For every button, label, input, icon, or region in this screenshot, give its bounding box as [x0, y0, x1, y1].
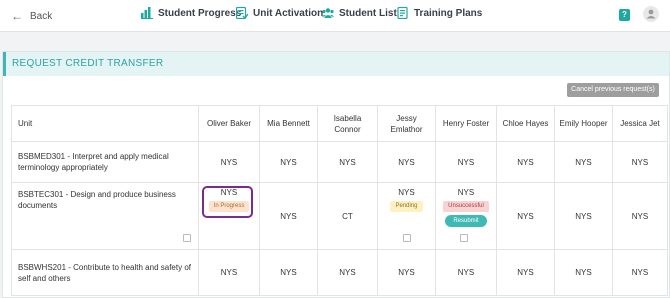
student-column-header: Isabella Connor: [317, 105, 378, 142]
table-row: BSBMED301 - Interpret and apply medical …: [11, 141, 668, 183]
nav-label: Student Progress: [158, 7, 242, 19]
select-checkbox[interactable]: [403, 234, 411, 242]
status-cell: NYS: [198, 141, 260, 183]
credit-transfer-table: Unit Oliver Baker Mia Bennett Isabella C…: [11, 105, 668, 296]
panel-header: REQUEST CREDIT TRANSFER: [3, 52, 669, 76]
unit-name: BSBTEC301 - Design and produce business …: [11, 182, 199, 250]
student-column-header: Oliver Baker: [198, 105, 260, 142]
highlight-outline: [202, 186, 253, 218]
status-cell: NYS: [377, 249, 436, 296]
top-navigation-bar: ← Back Student Progress Unit Activation …: [0, 0, 670, 32]
student-column-header: Emily Hooper: [554, 105, 613, 142]
status-cell: NYS: [496, 141, 555, 183]
student-column-header: Henry Foster: [435, 105, 497, 142]
status-cell-highlighted: NYS In Progress: [198, 182, 260, 250]
status-cell: NYS: [259, 141, 318, 183]
status-cell: NYS: [612, 182, 668, 250]
user-icon: [646, 9, 656, 19]
users-icon: [322, 8, 334, 18]
checklist-icon: [236, 7, 248, 19]
bar-chart-icon: [141, 7, 153, 19]
avatar[interactable]: [643, 6, 659, 22]
unit-name: BSBMED301 - Interpret and apply medical …: [11, 141, 199, 183]
pending-badge: Pending: [390, 201, 423, 212]
status-cell: NYS: [435, 141, 497, 183]
nav-training-plans[interactable]: Training Plans: [397, 7, 482, 19]
status-cell: NYS: [198, 249, 260, 296]
status-cell: NYS: [612, 249, 668, 296]
nav-label: Training Plans: [414, 7, 483, 19]
nav-student-list[interactable]: Student List: [322, 7, 397, 19]
select-checkbox[interactable]: [183, 234, 191, 242]
status-value: NYS: [457, 188, 475, 197]
status-cell: NYS Pending: [377, 182, 436, 250]
nav-student-progress[interactable]: Student Progress: [141, 7, 241, 19]
status-cell: NYS: [554, 141, 613, 183]
resubmit-button[interactable]: Resubmit: [445, 215, 487, 227]
student-column-header: Jessy Emlathor: [377, 105, 436, 142]
select-checkbox[interactable]: [460, 234, 468, 242]
status-cell: NYS: [496, 249, 555, 296]
credit-transfer-panel: REQUEST CREDIT TRANSFER Cancel previous …: [2, 51, 670, 298]
back-label: Back: [30, 10, 53, 22]
status-cell: NYS: [259, 182, 318, 250]
nav-label: Student List: [339, 7, 397, 19]
status-cell: NYS: [554, 182, 613, 250]
unit-name: BSBWHS201 - Contribute to health and saf…: [11, 249, 199, 296]
status-cell: NYS Unsuccessful Resubmit: [435, 182, 497, 250]
arrow-left-icon: ←: [11, 9, 23, 23]
panel-title: REQUEST CREDIT TRANSFER: [12, 58, 164, 69]
cancel-previous-requests-button[interactable]: Cancel previous request(s): [567, 83, 659, 97]
nav-label: Unit Activation: [253, 7, 324, 19]
status-cell: CT: [317, 182, 378, 250]
student-column-header: Chloe Hayes: [496, 105, 555, 142]
document-icon: [397, 7, 408, 19]
student-column-header: Mia Bennett: [259, 105, 318, 142]
status-cell: NYS: [317, 141, 378, 183]
status-cell: NYS: [612, 141, 668, 183]
status-cell: NYS: [317, 249, 378, 296]
status-value: NYS: [398, 188, 415, 197]
status-cell: NYS: [554, 249, 613, 296]
table-row: BSBTEC301 - Design and produce business …: [11, 182, 668, 250]
help-icon[interactable]: ?: [619, 9, 630, 21]
back-button[interactable]: ← Back: [11, 9, 52, 23]
status-cell: NYS: [259, 249, 318, 296]
unsuccessful-badge: Unsuccessful: [443, 201, 489, 212]
student-column-header: Jessica Jet: [612, 105, 668, 142]
status-cell: NYS: [377, 141, 436, 183]
unit-column-header: Unit: [11, 105, 199, 142]
unit-name-text: BSBTEC301 - Design and produce business …: [18, 190, 176, 210]
nav-unit-activation[interactable]: Unit Activation: [236, 7, 323, 19]
status-cell: NYS: [496, 182, 555, 250]
table-row: BSBWHS201 - Contribute to health and saf…: [11, 249, 668, 296]
status-cell: NYS: [435, 249, 497, 296]
